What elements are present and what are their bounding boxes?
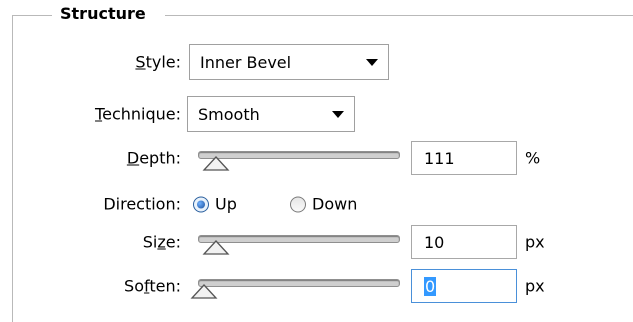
- style-row: Style: Inner Bevel: [0, 42, 633, 82]
- group-box-top-left: [12, 15, 52, 16]
- style-label: Style:: [135, 52, 181, 72]
- direction-down-label: Down: [312, 194, 358, 214]
- depth-label: Depth:: [126, 148, 181, 168]
- soften-label: Soften:: [124, 276, 181, 296]
- soften-unit: px: [525, 276, 545, 296]
- chevron-down-icon: [332, 111, 344, 118]
- direction-up-radio[interactable]: Up: [193, 195, 237, 214]
- soften-slider[interactable]: [190, 276, 400, 299]
- technique-row: Technique: Smooth: [0, 94, 633, 134]
- soften-slider-track: [198, 279, 400, 287]
- depth-slider[interactable]: [192, 148, 400, 171]
- technique-dropdown[interactable]: Smooth: [187, 96, 355, 132]
- radio-icon: [193, 196, 209, 212]
- technique-label: Technique:: [95, 104, 181, 124]
- size-label: Size:: [142, 232, 181, 252]
- direction-row: Direction: Up Down: [0, 184, 633, 224]
- direction-up-label: Up: [215, 194, 237, 214]
- chevron-down-icon: [366, 59, 378, 66]
- soften-input[interactable]: 0: [411, 269, 517, 303]
- size-input[interactable]: 10: [411, 225, 517, 259]
- technique-value: Smooth: [198, 104, 260, 124]
- soften-row: Soften: 0 px: [0, 266, 633, 306]
- group-box-top-right: [165, 15, 633, 16]
- size-slider[interactable]: [192, 232, 400, 255]
- group-title: Structure: [56, 4, 150, 23]
- radio-icon: [290, 196, 306, 212]
- depth-unit: %: [525, 148, 541, 168]
- size-row: Size: 10 px: [0, 222, 633, 262]
- style-value: Inner Bevel: [200, 52, 292, 72]
- direction-down-radio[interactable]: Down: [290, 195, 357, 214]
- style-dropdown[interactable]: Inner Bevel: [189, 44, 389, 80]
- size-unit: px: [525, 232, 545, 252]
- direction-label: Direction:: [103, 194, 181, 214]
- depth-input[interactable]: 111: [411, 141, 517, 175]
- depth-row: Depth: 111 %: [0, 138, 633, 178]
